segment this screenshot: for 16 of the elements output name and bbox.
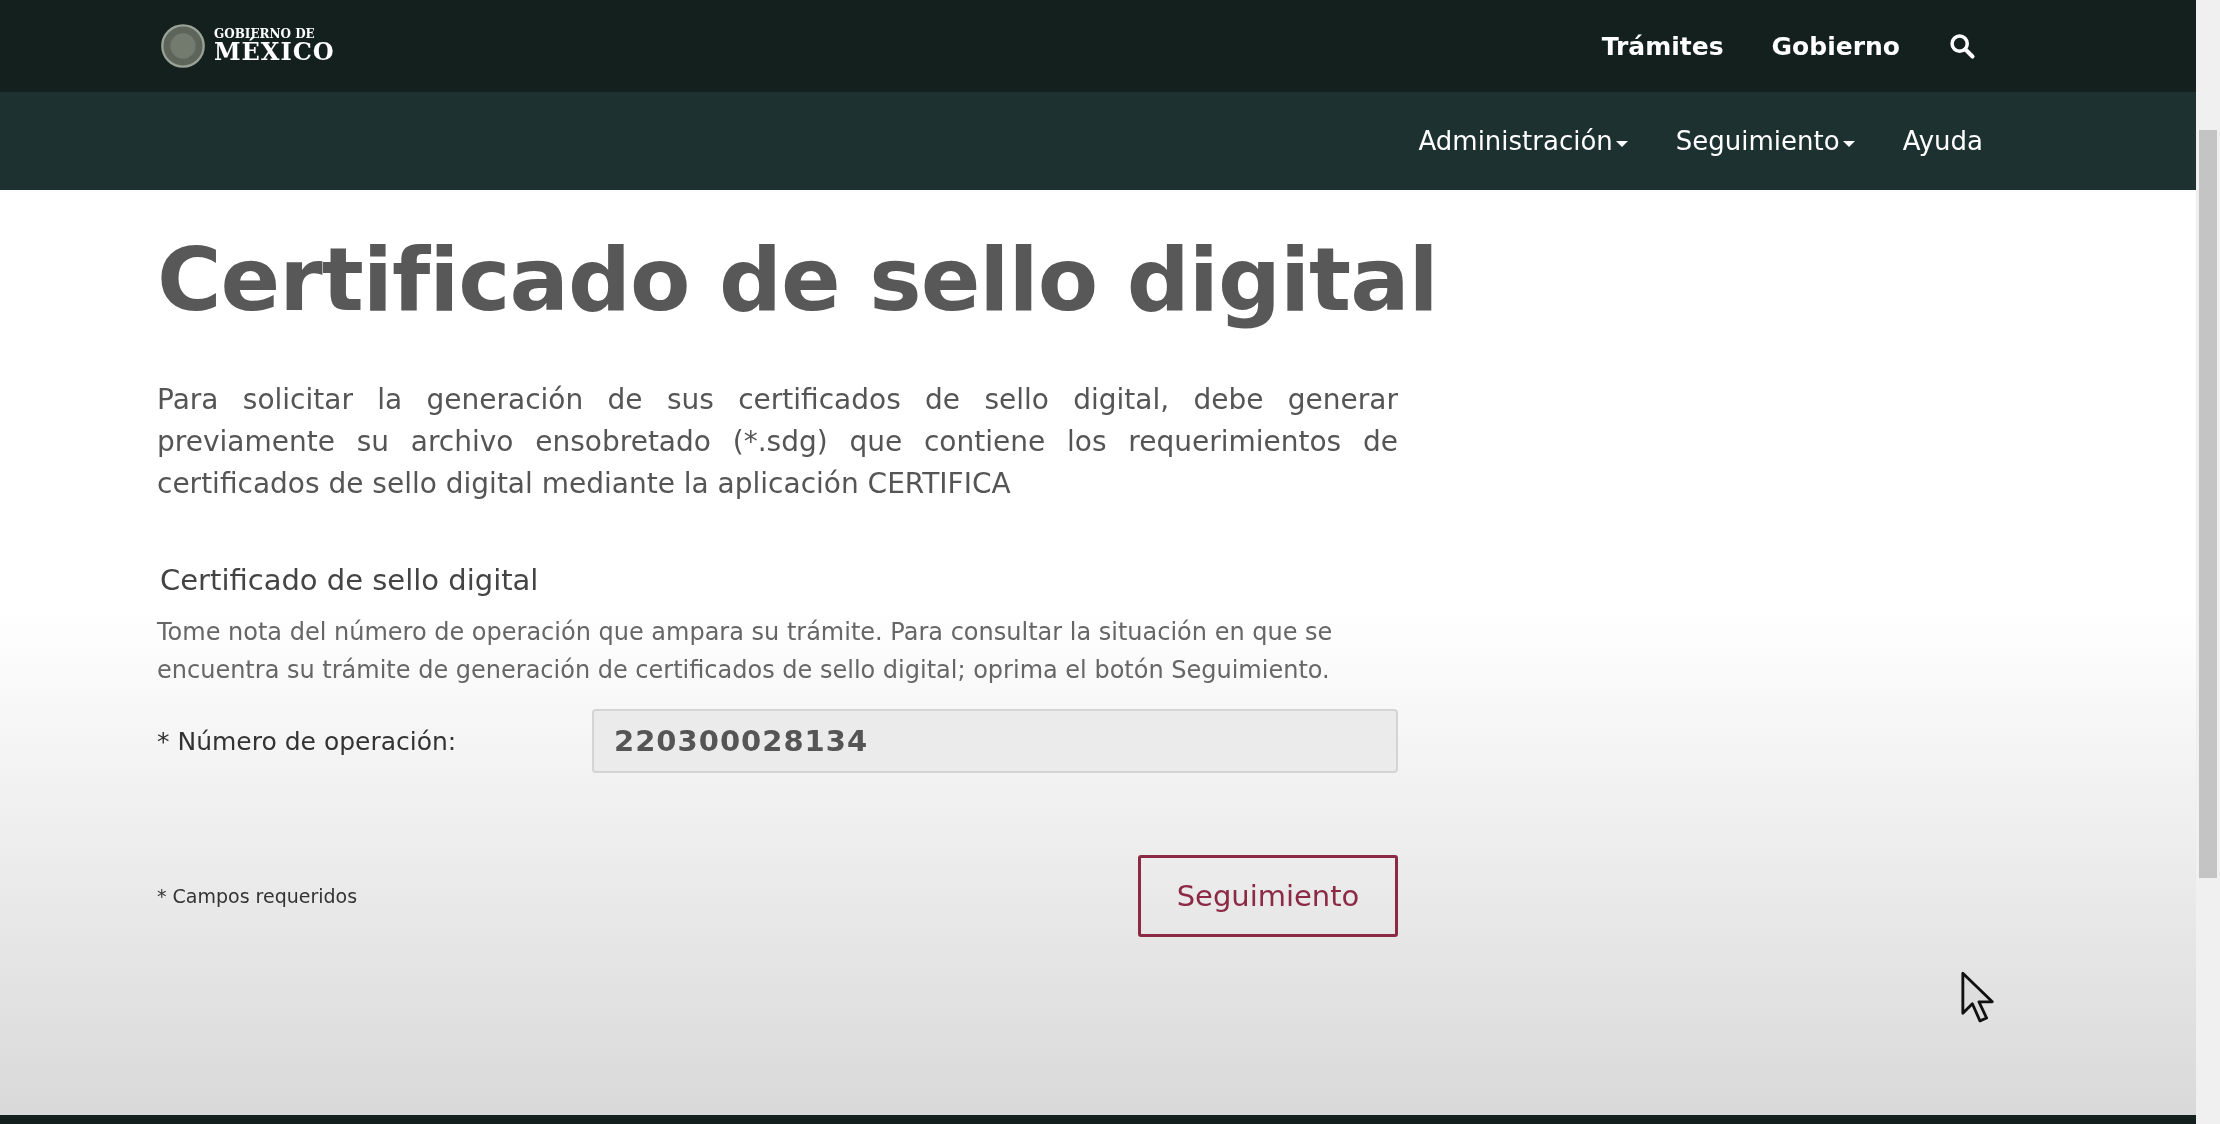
instruction-text: Tome nota del número de operación que ampara su trámite. Para consultar la situación en que se encuentra su trámite de generación de certificados de sello digital; oprima el botón Seguimiento. [157, 617, 1334, 686]
seal-icon [160, 23, 206, 69]
menu-link[interactable]: Ayuda [1902, 126, 1983, 156]
field-label: * Número de operación: [157, 726, 458, 756]
scrollbar-thumb[interactable] [2199, 130, 2217, 878]
intro-paragraph: Para solicitar la generación de sus certificados de sello digital, debe generar previamente su archivo ensobretado (*.sdg) que contiene los requerimientos de certificados de sello digital mediante la aplicación CERTIFICA [157, 382, 1398, 502]
section-heading: Certificado de sello digital [160, 563, 540, 597]
search-icon[interactable] [1948, 32, 1976, 60]
required-note: * Campos requeridos [157, 885, 358, 907]
menu-link[interactable]: Administración [1418, 126, 1628, 156]
nav-link[interactable]: Gobierno [1771, 31, 1900, 61]
page-title: Certificado de sello digital [157, 228, 1439, 331]
seguimiento-button[interactable]: Seguimiento [1138, 855, 1398, 937]
nav-link[interactable]: Trámites [1601, 31, 1724, 61]
menu-link[interactable]: Seguimiento [1675, 126, 1855, 156]
scrollbar[interactable] [2196, 0, 2220, 1124]
